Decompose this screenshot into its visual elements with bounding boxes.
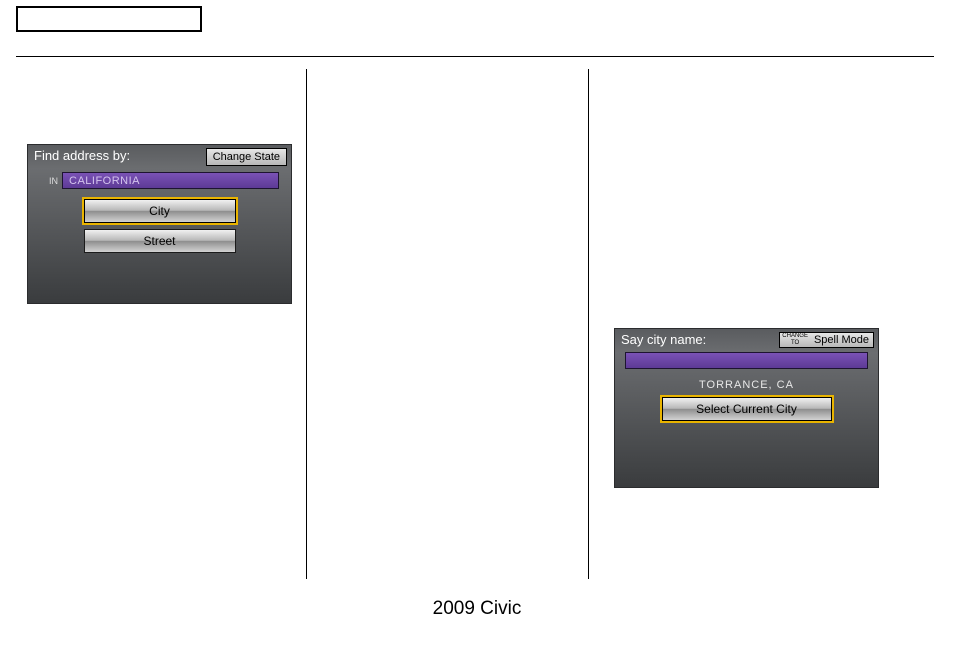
screen-title: Find address by: [34, 148, 130, 163]
column-divider-1 [306, 69, 307, 579]
change-state-button[interactable]: Change State [206, 148, 287, 166]
city-button[interactable]: City [84, 199, 236, 223]
city-input-field[interactable] [625, 352, 868, 369]
in-label: IN [40, 176, 58, 186]
screen-title: Say city name: [621, 332, 706, 347]
street-button[interactable]: Street [84, 229, 236, 253]
current-city-label: TORRANCE, CA [615, 379, 878, 391]
state-field[interactable]: CALIFORNIA [62, 172, 279, 189]
column-divider-2 [588, 69, 589, 579]
state-row: IN CALIFORNIA [40, 172, 279, 189]
nav-screen-find-address: Find address by: Change State IN CALIFOR… [27, 144, 292, 304]
nav-titlebar: Say city name: CHANGETO Spell Mode [615, 329, 878, 350]
header-placeholder-box [16, 6, 202, 32]
nav-titlebar: Find address by: Change State [28, 145, 291, 168]
spell-mode-button[interactable]: CHANGETO Spell Mode [779, 332, 874, 348]
select-current-city-button[interactable]: Select Current City [662, 397, 832, 421]
change-to-label: CHANGETO [780, 333, 810, 347]
spell-mode-label: Spell Mode [810, 334, 873, 346]
page-footer: 2009 Civic [0, 598, 954, 620]
nav-screen-say-city: Say city name: CHANGETO Spell Mode TORRA… [614, 328, 879, 488]
horizontal-rule [16, 56, 934, 57]
